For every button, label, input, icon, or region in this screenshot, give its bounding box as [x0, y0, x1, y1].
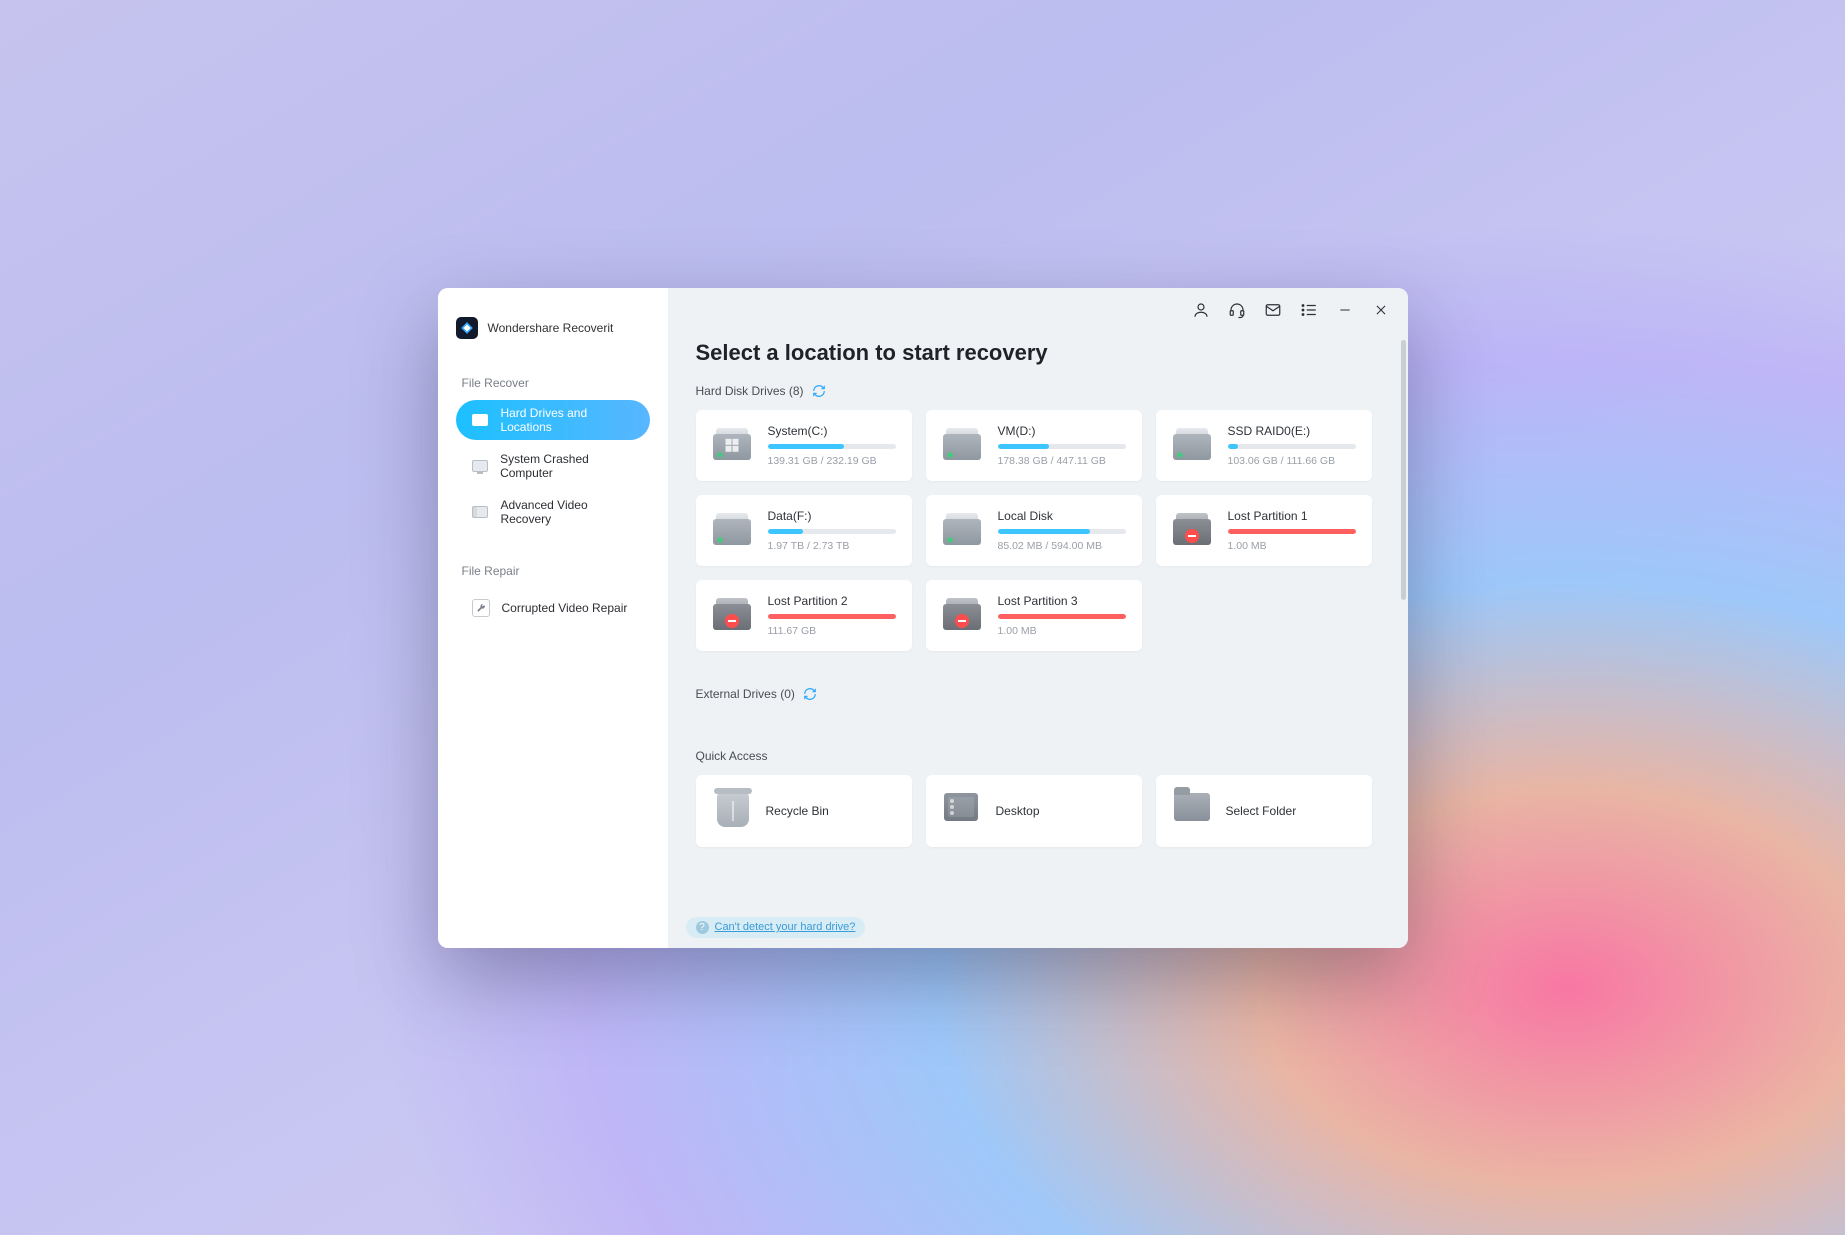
drive-card[interactable]: Lost Partition 1 1.00 MB: [1156, 495, 1372, 566]
drive-icon: [710, 509, 754, 549]
help-icon: ?: [696, 921, 709, 934]
titlebar: Wondershare Recoverit: [438, 306, 668, 350]
drive-icon: [1170, 509, 1214, 549]
main-panel: Select a location to start recovery Hard…: [668, 288, 1408, 948]
drive-usage-text: 178.38 GB / 447.11 GB: [998, 455, 1126, 467]
drive-card[interactable]: Lost Partition 2 111.67 GB: [696, 580, 912, 651]
app-logo-icon: [456, 317, 478, 339]
app-window: Wondershare Recoverit File Recover Hard …: [438, 288, 1408, 948]
lost-badge-icon: [955, 614, 969, 628]
drive-card[interactable]: Local Disk 85.02 MB / 594.00 MB: [926, 495, 1142, 566]
drive-name: Lost Partition 2: [768, 594, 896, 608]
drive-icon: [940, 594, 984, 634]
usage-bar: [768, 529, 896, 534]
help-detect-link[interactable]: ? Can't detect your hard drive?: [686, 917, 866, 938]
drive-usage-text: 1.00 MB: [998, 625, 1126, 637]
sidebar-heading: File Repair: [462, 564, 650, 578]
monitor-icon: [472, 459, 489, 473]
usage-bar: [768, 444, 896, 449]
main-scroll[interactable]: Select a location to start recovery Hard…: [668, 288, 1400, 948]
drive-icon: [472, 413, 489, 427]
drive-name: System(C:): [768, 424, 896, 438]
drive-name: Local Disk: [998, 509, 1126, 523]
refresh-icon[interactable]: [812, 384, 826, 398]
section-quick-access-header: Quick Access: [696, 749, 1372, 763]
drive-usage-text: 1.97 TB / 2.73 TB: [768, 540, 896, 552]
drive-icon: [710, 594, 754, 634]
quick-access-label: Select Folder: [1226, 804, 1297, 818]
drive-card[interactable]: VM(D:) 178.38 GB / 447.11 GB: [926, 410, 1142, 481]
usage-bar: [998, 614, 1126, 619]
scrollbar-thumb[interactable]: [1401, 340, 1406, 600]
drive-icon: [940, 424, 984, 464]
drive-card[interactable]: System(C:) 139.31 GB / 232.19 GB: [696, 410, 912, 481]
quick-access-label: Recycle Bin: [766, 804, 829, 818]
drive-led-icon: [948, 453, 952, 457]
refresh-icon[interactable]: [803, 687, 817, 701]
usage-bar: [998, 529, 1126, 534]
drive-usage-text: 85.02 MB / 594.00 MB: [998, 540, 1126, 552]
recycle-bin-icon: [714, 793, 752, 829]
drive-card[interactable]: Data(F:) 1.97 TB / 2.73 TB: [696, 495, 912, 566]
sidebar-item-label: Advanced Video Recovery: [500, 498, 633, 526]
sidebar-item-adv-video[interactable]: Advanced Video Recovery: [456, 492, 650, 532]
desktop-icon: [944, 793, 982, 829]
drive-card[interactable]: SSD RAID0(E:) 103.06 GB / 111.66 GB: [1156, 410, 1372, 481]
film-icon: [472, 505, 489, 519]
sidebar: Wondershare Recoverit File Recover Hard …: [438, 288, 668, 948]
sidebar-item-label: System Crashed Computer: [500, 452, 633, 480]
lost-badge-icon: [725, 614, 739, 628]
wrench-icon: [472, 601, 490, 615]
drive-icon: [940, 509, 984, 549]
drive-led-icon: [1178, 453, 1182, 457]
drive-usage-text: 111.67 GB: [768, 625, 896, 637]
page-title: Select a location to start recovery: [696, 340, 1372, 366]
drive-led-icon: [718, 538, 722, 542]
quick-access-card-recycle[interactable]: Recycle Bin: [696, 775, 912, 847]
quick-access-grid: Recycle Bin Desktop Select Folder: [696, 775, 1372, 847]
drive-name: Lost Partition 1: [1228, 509, 1356, 523]
sidebar-item-label: Hard Drives and Locations: [500, 406, 633, 434]
drive-name: VM(D:): [998, 424, 1126, 438]
drive-icon: [710, 424, 754, 464]
drive-usage-text: 139.31 GB / 232.19 GB: [768, 455, 896, 467]
section-external-header: External Drives (0): [696, 687, 1372, 701]
drives-grid: System(C:) 139.31 GB / 232.19 GB VM(D:) 178…: [696, 410, 1372, 651]
drive-name: Lost Partition 3: [998, 594, 1126, 608]
folder-icon: [1174, 793, 1212, 829]
drive-card[interactable]: Lost Partition 3 1.00 MB: [926, 580, 1142, 651]
sidebar-item-crashed[interactable]: System Crashed Computer: [456, 446, 650, 486]
sidebar-section-recover: File Recover Hard Drives and Locations S…: [438, 350, 668, 532]
usage-bar: [1228, 529, 1356, 534]
quick-access-card-folder[interactable]: Select Folder: [1156, 775, 1372, 847]
section-label: External Drives (0): [696, 687, 795, 701]
usage-bar: [998, 444, 1126, 449]
drive-usage-text: 103.06 GB / 111.66 GB: [1228, 455, 1356, 467]
drive-led-icon: [948, 538, 952, 542]
sidebar-section-repair: File Repair Corrupted Video Repair: [438, 538, 668, 628]
drive-name: Data(F:): [768, 509, 896, 523]
sidebar-heading: File Recover: [462, 376, 650, 390]
sidebar-item-label: Corrupted Video Repair: [502, 601, 628, 615]
sidebar-item-hard-drives[interactable]: Hard Drives and Locations: [456, 400, 650, 440]
section-hard-drives-header: Hard Disk Drives (8): [696, 384, 1372, 398]
section-label: Quick Access: [696, 749, 768, 763]
help-link-text[interactable]: Can't detect your hard drive?: [715, 921, 856, 933]
app-title: Wondershare Recoverit: [488, 321, 614, 335]
section-label: Hard Disk Drives (8): [696, 384, 804, 398]
drive-led-icon: [718, 453, 722, 457]
quick-access-label: Desktop: [996, 804, 1040, 818]
drive-name: SSD RAID0(E:): [1228, 424, 1356, 438]
usage-bar: [1228, 444, 1356, 449]
drive-usage-text: 1.00 MB: [1228, 540, 1356, 552]
drive-icon: [1170, 424, 1214, 464]
quick-access-card-desktop[interactable]: Desktop: [926, 775, 1142, 847]
lost-badge-icon: [1185, 529, 1199, 543]
usage-bar: [768, 614, 896, 619]
sidebar-item-corrupted-video[interactable]: Corrupted Video Repair: [456, 588, 650, 628]
